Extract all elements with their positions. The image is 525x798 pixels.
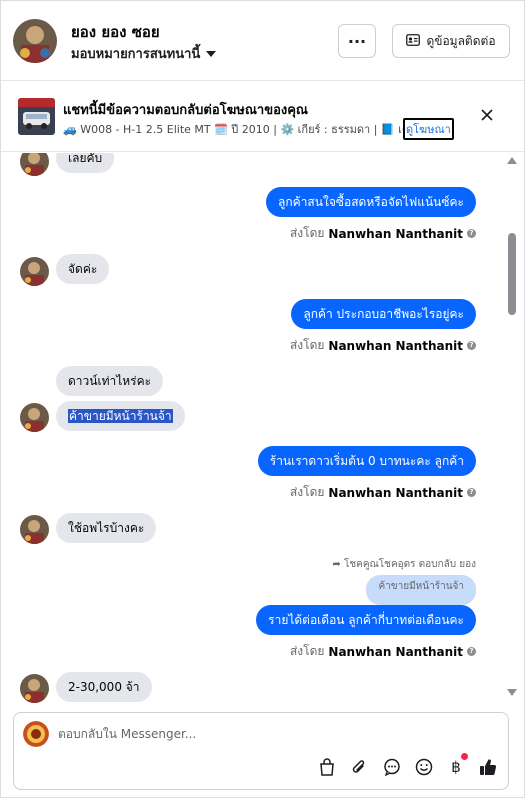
- sent-by-prefix: ส่งโดย: [289, 338, 325, 352]
- info-icon[interactable]: ?: [467, 647, 476, 656]
- ad-description: 🚙 W008 - H-1 2.5 Elite MT 🗓️ ปี 2010 | ⚙…: [63, 123, 403, 136]
- scroll-down-arrow-icon[interactable]: [507, 689, 517, 696]
- incoming-message: จัดค่ะ: [56, 254, 110, 284]
- view-ad-link[interactable]: ดูโฆษณา: [403, 118, 454, 140]
- page-avatar: [23, 721, 49, 747]
- sent-by-prefix: ส่งโดย: [289, 226, 325, 240]
- conversation-header: ยอง ยอง ซอย มอบหมายการสนทนานี้ ··· ดูข้อ…: [1, 1, 524, 81]
- sent-by-name: Nanwhan Nanthanit: [328, 338, 463, 353]
- assign-label: มอบหมายการสนทนานี้: [71, 47, 201, 62]
- selected-text: ค้าขายมีหน้าร้านจ้า: [68, 409, 173, 423]
- reply-arrow-icon: ➦: [332, 559, 341, 570]
- sender-avatar: [20, 257, 49, 286]
- smiley-icon[interactable]: [413, 756, 435, 778]
- caret-down-icon: [206, 50, 217, 57]
- sent-by-name: Nanwhan Nanthanit: [328, 485, 463, 500]
- incoming-message: ดาวน์เท่าไหร่คะ: [56, 366, 164, 396]
- ad-banner-title: แชทนี้มีข้อความตอบกลับต่อโฆษณาของคุณ: [63, 103, 308, 118]
- paperclip-icon[interactable]: [348, 756, 370, 778]
- contact-avatar[interactable]: [13, 19, 57, 63]
- scrollbar-thumb[interactable]: [508, 233, 516, 315]
- info-icon[interactable]: ?: [467, 488, 476, 497]
- info-icon[interactable]: ?: [467, 229, 476, 238]
- reply-composer: ฿: [13, 712, 509, 790]
- view-contact-label: ดูข้อมูลติดต่อ: [426, 33, 496, 48]
- scroll-up-arrow-icon[interactable]: [507, 157, 517, 164]
- sent-by-label: ส่งโดย Nanwhan Nanthanit ?: [290, 336, 476, 355]
- reply-context-text: โชคคูณโชคอุดร ตอบกลับ ยอง: [343, 559, 476, 570]
- more-options-button[interactable]: ···: [338, 24, 376, 58]
- reply-input[interactable]: [58, 722, 458, 746]
- close-icon[interactable]: [477, 105, 497, 125]
- sender-avatar: [20, 153, 49, 176]
- speech-bubble-icon[interactable]: [381, 756, 403, 778]
- view-contact-button[interactable]: ดูข้อมูลติดต่อ: [392, 24, 510, 58]
- assign-conversation-dropdown[interactable]: มอบหมายการสนทนานี้: [71, 43, 217, 64]
- sent-by-label: ส่งโดย Nanwhan Nanthanit ?: [290, 642, 476, 661]
- message-list[interactable]: เลยคับ ลูกค้าสนใจซื้อสดหรือจัดไฟแน้นซ์คะ…: [1, 153, 524, 705]
- outgoing-message: รายได้ต่อเดือน ลูกค้ากี่บาทต่อเดือนคะ: [256, 605, 476, 635]
- sent-by-label: ส่งโดย Nanwhan Nanthanit ?: [290, 483, 476, 502]
- ad-reply-banner: แชทนี้มีข้อความตอบกลับต่อโฆษณาของคุณ 🚙 W…: [1, 82, 524, 152]
- sent-by-name: Nanwhan Nanthanit: [328, 226, 463, 241]
- reply-context-note: ➦ โชคคูณโชคอุดร ตอบกลับ ยอง: [332, 557, 476, 572]
- sent-by-label: ส่งโดย Nanwhan Nanthanit ?: [290, 224, 476, 243]
- outgoing-message: ร้านเราดาวเริ่มต้น 0 บาทนะคะ ลูกค้า: [257, 446, 476, 476]
- outgoing-message: ลูกค้าสนใจซื้อสดหรือจัดไฟแน้นซ์คะ: [266, 187, 476, 217]
- ad-thumbnail: [18, 98, 55, 135]
- sent-by-prefix: ส่งโดย: [289, 644, 325, 658]
- contact-card-icon: [406, 33, 421, 49]
- outgoing-message: ลูกค้า ประกอบอาชีพอะไรอยู่คะ: [291, 299, 476, 329]
- incoming-message: 2-30,000 จ้า: [56, 672, 152, 702]
- incoming-message: ใช้อพไรบ้างคะ: [56, 513, 157, 543]
- thumbs-up-icon[interactable]: [477, 756, 499, 778]
- quoted-message[interactable]: ค้าขายมีหน้าร้านจ้า: [366, 575, 476, 605]
- shopping-bag-icon[interactable]: [316, 756, 338, 778]
- info-icon[interactable]: ?: [467, 341, 476, 350]
- incoming-message: ค้าขายมีหน้าร้านจ้า: [56, 401, 185, 431]
- contact-name: ยอง ยอง ซอย: [71, 23, 160, 41]
- sender-avatar: [20, 674, 49, 703]
- sender-avatar: [20, 515, 49, 544]
- incoming-message: เลยคับ: [56, 153, 115, 173]
- more-horizontal-icon: ···: [347, 31, 367, 51]
- sender-avatar: [20, 403, 49, 432]
- conversation-panel: ยอง ยอง ซอย มอบหมายการสนทนานี้ ··· ดูข้อ…: [0, 0, 525, 798]
- sent-by-prefix: ส่งโดย: [289, 485, 325, 499]
- sent-by-name: Nanwhan Nanthanit: [328, 644, 463, 659]
- notification-dot: [461, 753, 468, 760]
